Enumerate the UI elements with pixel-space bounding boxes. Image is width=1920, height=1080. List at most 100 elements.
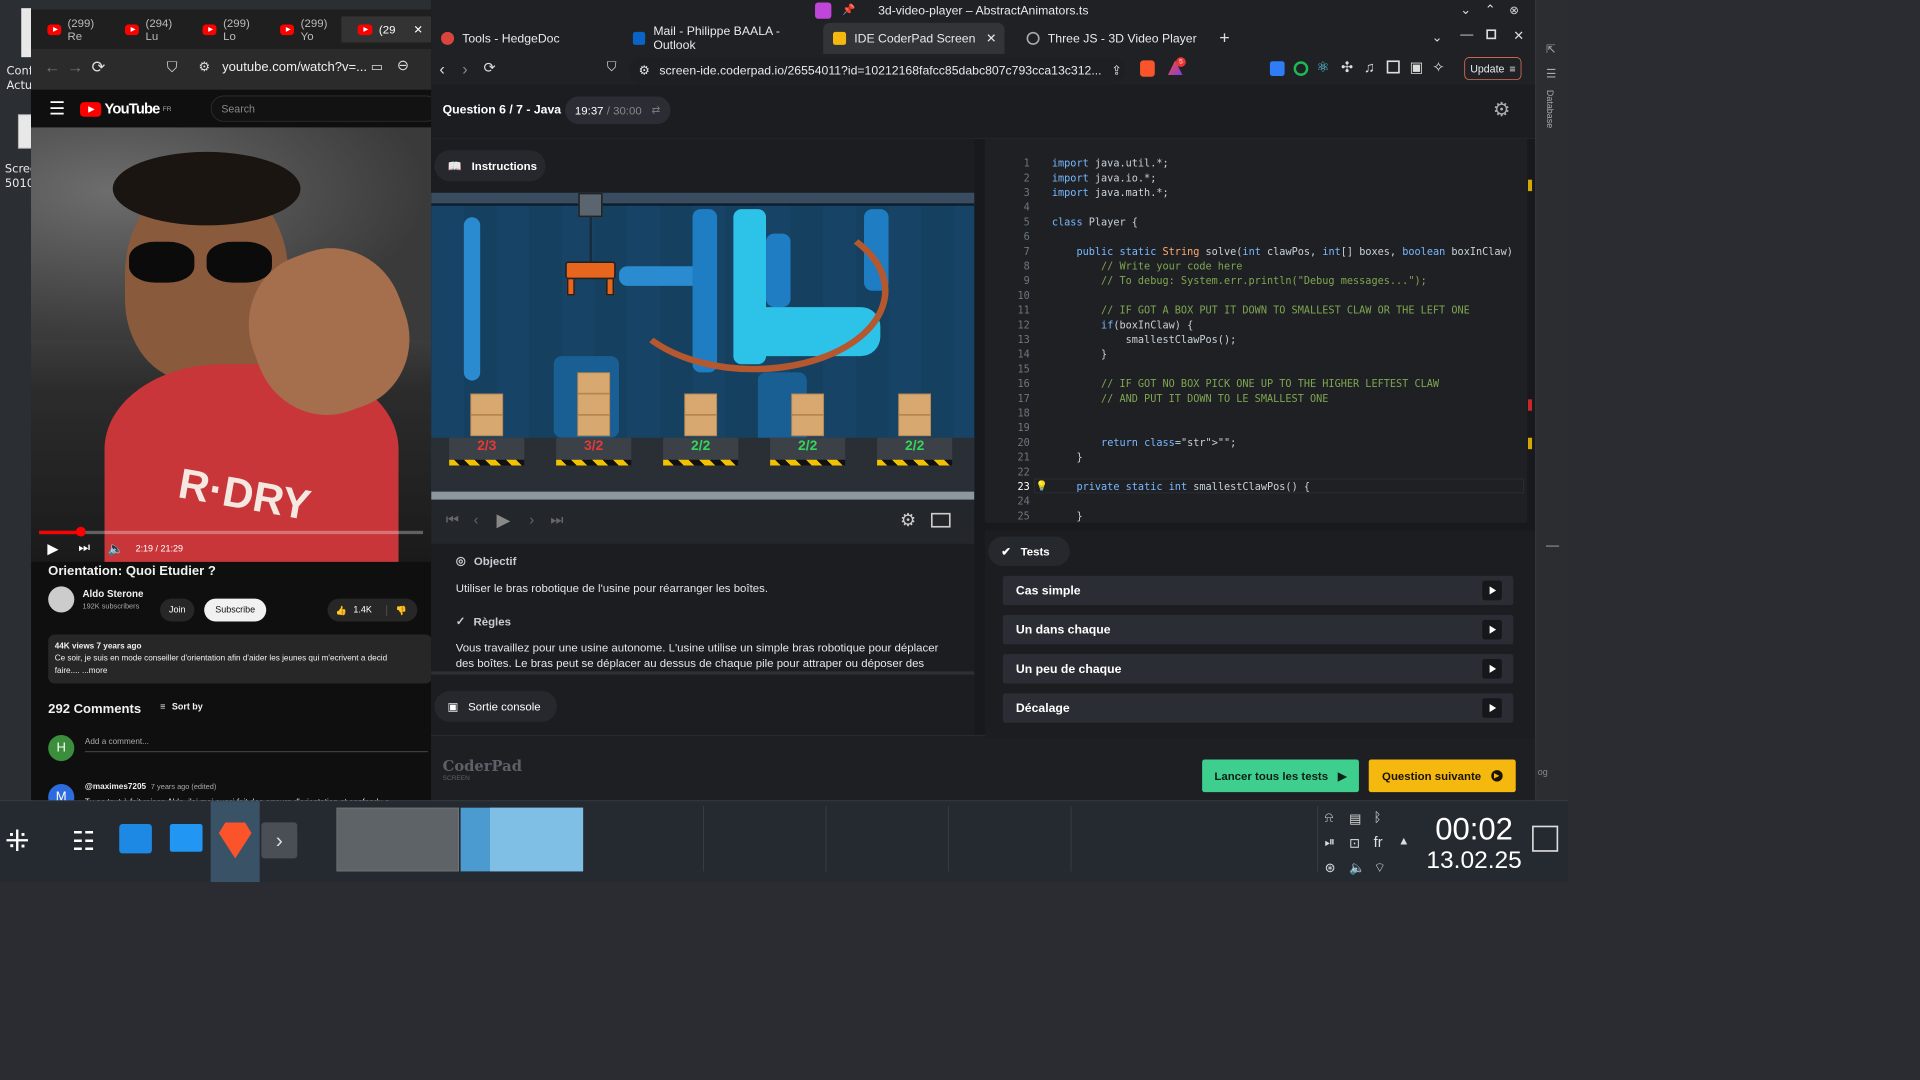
play-test-icon[interactable] <box>1482 659 1502 679</box>
tab-coderpad[interactable]: IDE CoderPad Screen ✕ <box>823 22 1005 54</box>
discover-icon[interactable] <box>119 824 152 854</box>
system-settings-icon[interactable]: ☷ <box>72 826 95 857</box>
yt-search-input[interactable]: Search <box>210 95 440 122</box>
channel-name[interactable]: Aldo Sterone <box>82 588 143 599</box>
tab-tests[interactable]: ✔ Tests <box>988 536 1070 566</box>
screenshot-icon[interactable]: ⊡ <box>1349 835 1360 851</box>
code-line[interactable]: if(boxInClaw) { <box>1052 319 1193 331</box>
yt-tab[interactable]: (299) Yo <box>264 16 342 42</box>
new-tab-button[interactable]: + <box>1219 27 1230 48</box>
update-button[interactable]: Update ≡ <box>1464 57 1522 81</box>
next-icon[interactable]: ⏭ <box>78 541 90 556</box>
terminal-icon[interactable]: › <box>261 822 298 859</box>
code-line[interactable]: return class="str">""; <box>1052 436 1236 448</box>
close-window-icon[interactable]: ✕ <box>1513 28 1524 44</box>
description-box[interactable]: 44K views 7 years ago Ce soir, je suis e… <box>48 634 433 684</box>
tab-instructions[interactable]: 📖 Instructions <box>434 150 546 182</box>
tab-hedgedoc[interactable]: Tools - HedgeDoc <box>431 18 623 59</box>
volume-icon[interactable]: 🔈 <box>108 541 124 557</box>
code-line[interactable]: // IF GOT NO BOX PICK ONE UP TO THE HIGH… <box>1052 377 1439 389</box>
settings-icon[interactable]: ⚙ <box>900 510 916 531</box>
lightbulb-icon[interactable]: 💡 <box>1036 480 1048 491</box>
app-launcher-icon[interactable]: ⁜ <box>5 824 30 858</box>
description-more[interactable]: faire.... ...more <box>55 665 426 677</box>
cast-icon[interactable]: ▭ <box>371 59 383 75</box>
minimize-icon[interactable]: — <box>1546 539 1559 554</box>
wifi-icon[interactable]: ⌔ <box>1374 860 1386 876</box>
extension-icon[interactable] <box>1293 61 1309 76</box>
address-bar[interactable]: ⚙ screen-ide.coderpad.io/26554011?id=102… <box>628 57 1126 84</box>
reload-icon[interactable]: ⟳ <box>91 57 105 77</box>
play-icon[interactable]: ▶ <box>497 510 511 531</box>
brave-shields-icon[interactable] <box>1140 60 1155 77</box>
rewind-icon[interactable]: ⏮ <box>446 511 459 528</box>
volume-icon[interactable]: 🔈 <box>1349 860 1365 876</box>
close-icon[interactable]: ✕ <box>413 22 423 36</box>
video-progress-knob[interactable] <box>76 526 86 537</box>
code-line[interactable]: class Player { <box>1052 216 1138 228</box>
virtual-desktop[interactable] <box>951 806 1072 872</box>
run-all-tests-button[interactable]: Lancer tous les tests ▶ <box>1202 759 1359 793</box>
wallet-icon[interactable]: ▣ <box>1410 59 1424 76</box>
share-icon[interactable]: ⇪ <box>1111 63 1121 78</box>
pane-resizer[interactable] <box>431 671 975 675</box>
test-case[interactable]: Cas simple <box>1002 575 1514 606</box>
test-case[interactable]: Décalage <box>1002 693 1514 723</box>
swap-icon[interactable]: ⇄ <box>652 104 661 117</box>
tab-threejs[interactable]: Three JS - 3D Video Player <box>1017 18 1209 59</box>
clock-time[interactable]: 00:02 <box>1421 813 1527 848</box>
step-back-icon[interactable]: ‹ <box>474 511 479 528</box>
add-comment-input[interactable]: Add a comment... <box>84 737 428 753</box>
back-icon[interactable]: ‹ <box>439 60 444 79</box>
code-line[interactable]: smallestClawPos(); <box>1052 333 1237 345</box>
expand-icon[interactable]: ⇱ <box>1546 42 1556 56</box>
tray-expand-icon[interactable]: ▲ <box>1398 834 1409 847</box>
menu-icon[interactable]: ☰ <box>49 98 65 119</box>
code-line[interactable]: private static int smallestClawPos() { <box>1052 480 1310 492</box>
minimize-icon[interactable]: — <box>1460 28 1473 43</box>
zoom-icon[interactable]: ⊖ <box>397 57 409 74</box>
file-manager-icon[interactable] <box>169 824 203 852</box>
window-close-icon[interactable]: ⊗ <box>1509 3 1519 17</box>
code-line[interactable]: import java.io.*; <box>1052 172 1156 184</box>
yt-tab[interactable]: (299) Re <box>31 16 109 42</box>
code-line[interactable]: // To debug: System.err.println("Debug m… <box>1052 274 1427 286</box>
test-case[interactable]: Un peu de chaque <box>1002 654 1514 684</box>
vpn-icon[interactable]: ⊛ <box>1325 860 1336 876</box>
taskbar-brave[interactable] <box>210 801 260 883</box>
forward-icon[interactable]: › <box>462 60 467 79</box>
step-forward-icon[interactable]: › <box>529 511 534 528</box>
virtual-desktop[interactable] <box>706 806 827 872</box>
react-devtools-icon[interactable]: ⚛ <box>1316 59 1329 76</box>
settings-gear-icon[interactable]: ⚙ <box>1493 98 1511 122</box>
video-progress-track[interactable] <box>39 530 424 535</box>
leo-ai-icon[interactable]: ✧ <box>1432 59 1444 76</box>
yt-tab-active[interactable]: (29 ✕ <box>341 16 432 43</box>
clock-date[interactable]: 13.02.25 <box>1421 847 1527 875</box>
site-settings-icon[interactable]: ⚙ <box>198 59 210 75</box>
play-test-icon[interactable] <box>1482 619 1502 640</box>
video-player[interactable]: R·DRY ▶ ⏭ 🔈 2:19 / 21:29 <box>31 127 432 562</box>
reload-icon[interactable]: ⟳ <box>483 60 495 77</box>
code-line[interactable]: } <box>1052 510 1082 522</box>
code-line[interactable]: // IF GOT A BOX PUT IT DOWN TO SMALLEST … <box>1052 304 1470 316</box>
like-button[interactable]: 👍 1.4K 👎 <box>327 598 418 622</box>
yt-tab[interactable]: (294) Lu <box>109 16 187 42</box>
virtual-desktop[interactable] <box>583 806 704 872</box>
code-line[interactable]: import java.math.*; <box>1052 186 1169 198</box>
forward-icon[interactable]: → <box>67 59 83 78</box>
clipboard-icon[interactable]: ▤ <box>1349 811 1361 827</box>
code-editor[interactable]: 1 import java.util.*; 2 import java.io.*; 3 i… <box>984 138 1528 523</box>
yt-url[interactable]: youtube.com/watch?v=... <box>222 60 367 75</box>
fullscreen-icon[interactable] <box>931 512 951 528</box>
extensions-icon[interactable]: ✣ <box>1341 59 1353 76</box>
ide-app-icon[interactable] <box>815 2 832 19</box>
code-line[interactable]: } <box>1052 451 1082 463</box>
sort-by-button[interactable]: ≡ Sort by <box>160 702 203 712</box>
tab-console-output[interactable]: ▣ Sortie console <box>434 690 557 722</box>
virtual-desktop-2[interactable] <box>460 807 584 872</box>
sidebar-icon[interactable] <box>1386 60 1400 74</box>
test-case[interactable]: Un dans chaque <box>1002 614 1514 645</box>
code-line[interactable]: // AND PUT IT DOWN TO LE SMALLEST ONE <box>1052 392 1328 404</box>
code-line[interactable]: } <box>1052 348 1107 360</box>
